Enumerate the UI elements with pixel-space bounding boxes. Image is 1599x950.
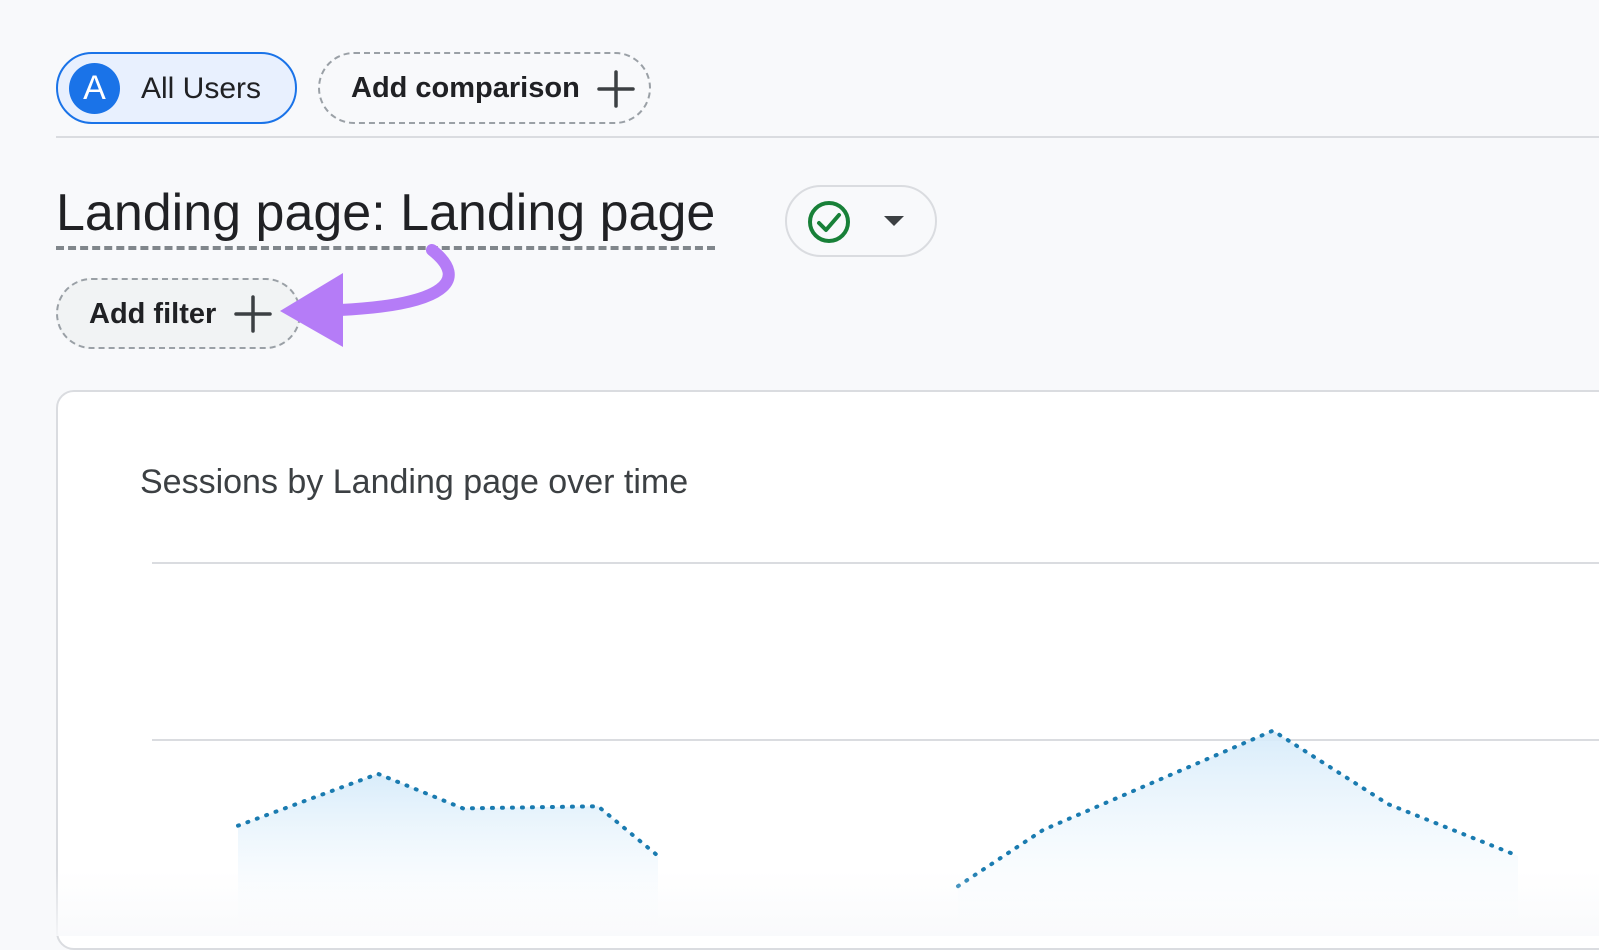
add-comparison-label: Add comparison	[351, 72, 580, 104]
add-filter-button[interactable]: Add filter	[56, 278, 301, 349]
plus-icon	[597, 70, 635, 108]
chart-area-fill	[238, 773, 658, 938]
sessions-chart	[152, 562, 1599, 938]
add-filter-label: Add filter	[89, 298, 217, 330]
check-circle-icon	[808, 201, 850, 243]
header-divider	[56, 136, 1599, 138]
chart-area-fill	[958, 730, 1518, 938]
add-comparison-button[interactable]: Add comparison	[318, 52, 651, 124]
annotation-arrow-icon	[280, 244, 455, 347]
segment-label: All Users	[141, 72, 262, 105]
caret-down-icon	[884, 216, 904, 226]
report-status-dropdown[interactable]	[785, 185, 937, 257]
report-title[interactable]: Landing page: Landing page	[56, 180, 716, 250]
segment-avatar: A	[69, 63, 120, 114]
chart-card: Sessions by Landing page over time	[56, 390, 1599, 950]
segment-chip-all-users[interactable]: A All Users	[56, 52, 297, 124]
plus-icon	[234, 295, 272, 333]
